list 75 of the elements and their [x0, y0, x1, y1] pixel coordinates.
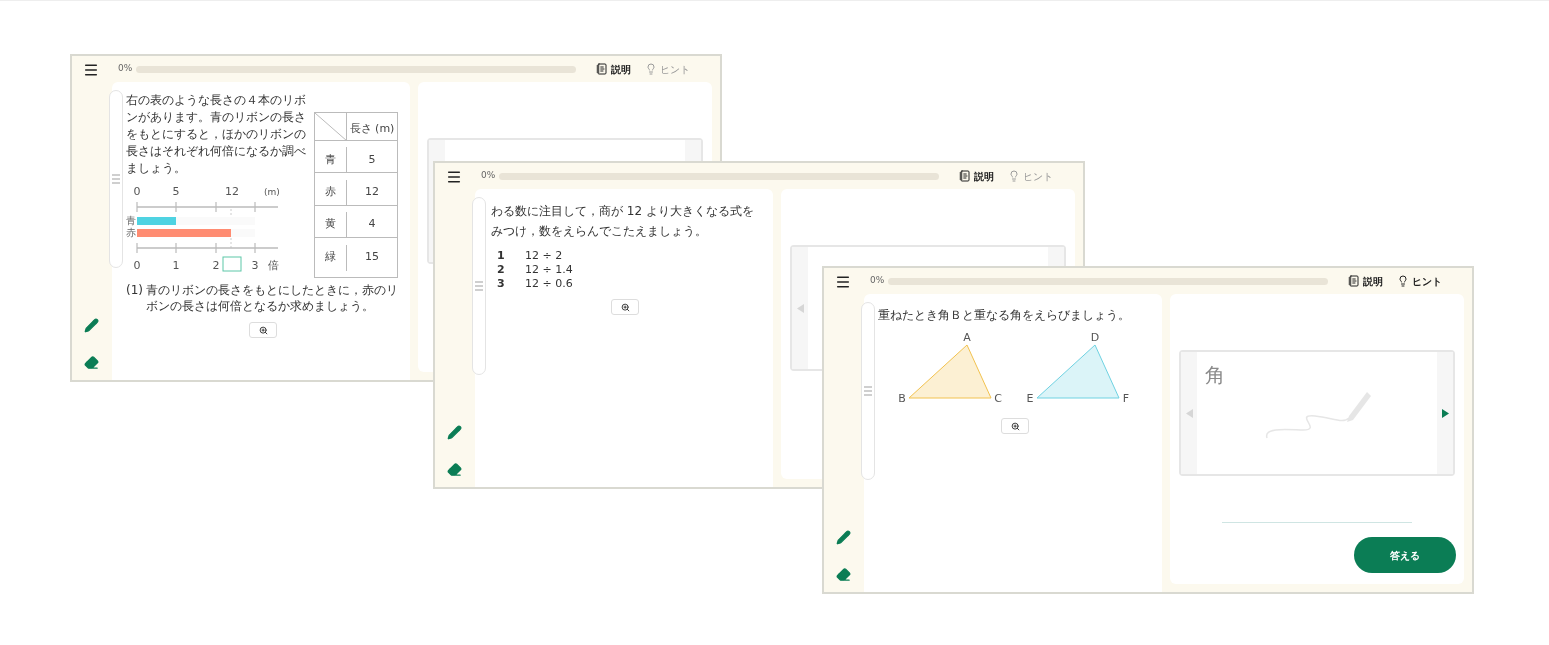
vertex-label: F — [1122, 392, 1130, 405]
eraser-icon[interactable] — [446, 462, 462, 477]
axis-label: 3 — [251, 259, 259, 272]
question-text: 重ねたとき角Ｂと重なる角をえらびましょう。 — [878, 307, 1131, 324]
vertex-label: A — [963, 331, 971, 344]
vertex-label: B — [898, 392, 906, 405]
choice-number: 3 — [496, 275, 506, 292]
zoom-button[interactable] — [611, 299, 639, 315]
sub-question-number: (1) — [126, 282, 143, 299]
progress-label: 0% — [118, 62, 133, 76]
progress-label: 0% — [870, 274, 885, 288]
board-character: 角 — [1205, 362, 1225, 389]
eraser-icon[interactable] — [83, 355, 99, 370]
progress-label: 0% — [481, 169, 496, 183]
answer-blank — [222, 256, 242, 272]
lightbulb-icon — [1008, 170, 1020, 182]
table-cell: 12 — [347, 179, 397, 206]
explanation-button[interactable]: 説明 — [1348, 273, 1383, 289]
choice-expression: 12 ÷ 2 — [525, 247, 563, 264]
notes-icon — [959, 170, 971, 182]
menu-icon[interactable] — [835, 274, 851, 290]
choice-expression: 12 ÷ 0.6 — [525, 275, 573, 292]
axis-label: 倍 — [267, 259, 279, 272]
hint-button[interactable]: ヒント — [1397, 273, 1442, 289]
bar-label: 青 — [126, 215, 137, 226]
notes-icon — [596, 63, 608, 75]
sub-question-text: 青のリボンの長さをもとにしたときに，赤のリボンの長さは何倍となるか求めましょう。 — [146, 282, 399, 314]
bar-label: 赤 — [126, 227, 137, 238]
axis-label: 0 — [133, 185, 141, 198]
zoom-in-icon — [1010, 421, 1020, 431]
resize-handle[interactable] — [472, 197, 486, 375]
choice-number: 2 — [496, 261, 506, 278]
notes-icon — [1348, 275, 1360, 287]
pencil-icon[interactable] — [83, 318, 99, 333]
resize-handle[interactable] — [109, 90, 123, 268]
submit-button[interactable]: 答える — [1354, 537, 1456, 573]
table-cell: 5 — [347, 147, 397, 174]
question-text: わる数に注目して，商が 12 より大きくなる式をみつけ，数をえらんでこたえましょう。 — [491, 203, 755, 240]
grip-icon — [475, 281, 483, 291]
axis-label: 1 — [172, 259, 180, 272]
table-header: 長さ (m) — [349, 120, 395, 137]
pencil-icon[interactable] — [835, 530, 851, 545]
choice-expression: 12 ÷ 1.4 — [525, 261, 573, 278]
question-text: 右の表のような長さの４本のリボンがあります。青のリボンの長さをもとにすると，ほかのリボンの長さはそれぞれ何倍になるか調べましょう。 — [126, 92, 307, 177]
axis-label: 2 — [212, 259, 220, 272]
explanation-button[interactable]: 説明 — [959, 168, 994, 184]
next-arrow-icon[interactable] — [1441, 408, 1449, 418]
table-cell: 赤 — [315, 179, 347, 206]
table-cell: 4 — [347, 212, 397, 239]
axis-label: 5 — [172, 185, 180, 198]
table-cell-text: 15 — [364, 249, 380, 266]
explanation-button[interactable]: 説明 — [596, 61, 631, 77]
axis-label: (m) — [264, 187, 280, 197]
vertex-label: C — [994, 392, 1002, 405]
choice-number: 1 — [496, 247, 506, 264]
vertex-label: D — [1090, 331, 1100, 344]
grip-icon — [864, 386, 872, 396]
eraser-icon[interactable] — [835, 567, 851, 582]
zoom-in-icon — [258, 325, 268, 335]
menu-icon[interactable] — [83, 62, 99, 78]
menu-icon[interactable] — [446, 169, 462, 185]
axis-label: 12 — [225, 185, 239, 198]
zoom-in-icon — [620, 302, 630, 312]
table-cell: 緑 — [315, 244, 347, 271]
table-cell: 青 — [315, 147, 347, 174]
pencil-icon[interactable] — [446, 425, 462, 440]
axis-label: 0 — [133, 259, 141, 272]
zoom-button[interactable] — [1001, 418, 1029, 434]
grip-icon — [112, 174, 120, 184]
vertex-label: E — [1026, 392, 1034, 405]
lightbulb-icon — [645, 63, 657, 75]
resize-handle[interactable] — [861, 302, 875, 480]
lightbulb-icon — [1397, 275, 1409, 287]
table-cell: 黄 — [315, 212, 347, 239]
zoom-button[interactable] — [249, 322, 277, 338]
